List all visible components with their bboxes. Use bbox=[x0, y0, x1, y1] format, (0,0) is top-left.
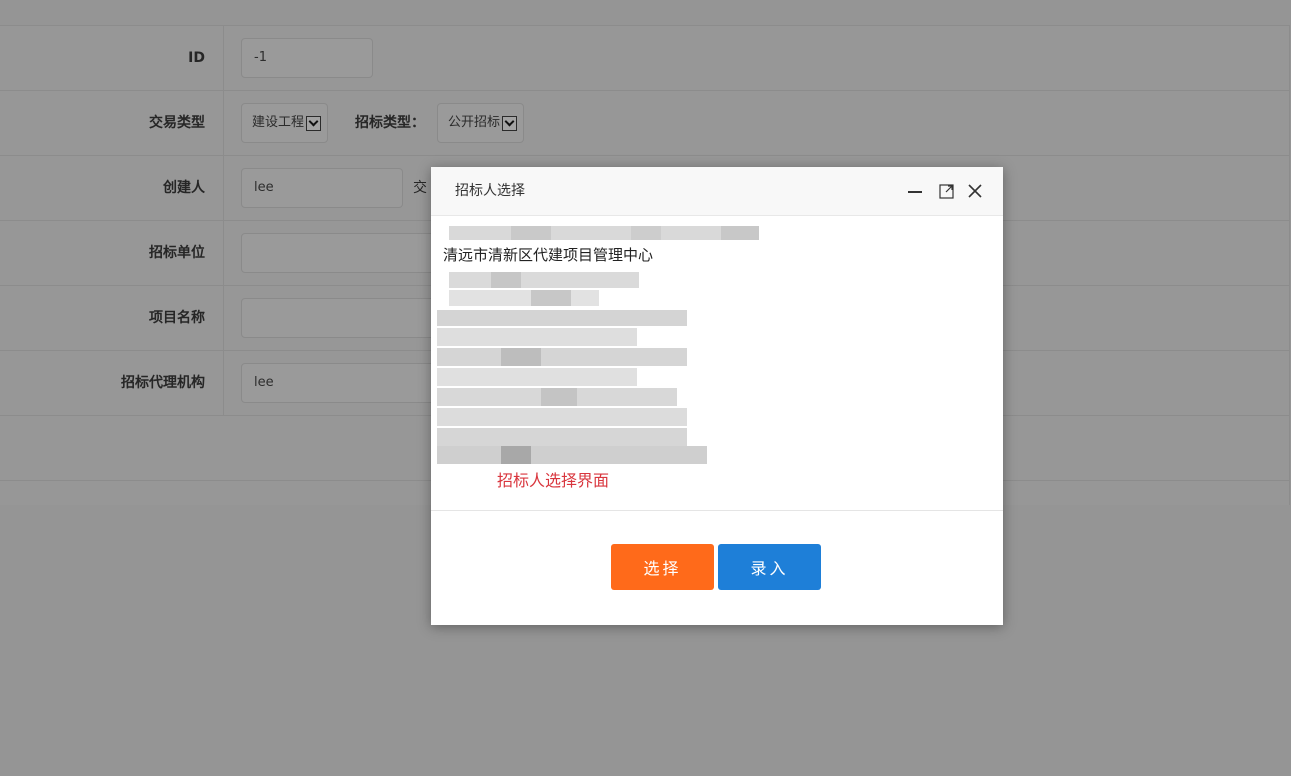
creator-label: 创建人 bbox=[0, 156, 224, 220]
dialog-note: 招标人选择界面 bbox=[497, 471, 610, 490]
tenderer-label: 招标单位 bbox=[0, 221, 224, 285]
trade-type-value: 建设工程 bbox=[252, 115, 305, 130]
form-row-id: ID -1 bbox=[0, 26, 1290, 91]
trailing-label: 交 bbox=[413, 180, 427, 196]
form-row-trade-type: 交易类型 建设工程 招标类型： 公开招标 bbox=[0, 91, 1290, 156]
id-label: ID bbox=[0, 26, 224, 90]
enter-button[interactable]: 录入 bbox=[718, 544, 821, 590]
agency-field[interactable]: lee bbox=[241, 363, 441, 403]
project-name-field[interactable] bbox=[241, 298, 441, 338]
agency-label: 招标代理机构 bbox=[0, 351, 224, 415]
chevron-down-icon bbox=[502, 115, 518, 131]
trade-type-select[interactable]: 建设工程 bbox=[241, 103, 329, 143]
trade-type-label: 交易类型 bbox=[0, 91, 224, 155]
project-name-label: 项目名称 bbox=[0, 286, 224, 350]
dialog-title: 招标人选择 bbox=[455, 183, 525, 199]
chevron-down-icon bbox=[306, 115, 322, 131]
close-icon[interactable] bbox=[965, 181, 985, 201]
minimize-icon[interactable] bbox=[905, 181, 925, 201]
tenderer-select-dialog: 招标人选择 清远市清新区代建项目管理中心 招标人选择界面 选择 录入 bbox=[431, 167, 1003, 625]
creator-field[interactable]: lee bbox=[241, 168, 403, 208]
dialog-header: 招标人选择 bbox=[431, 167, 1003, 216]
bid-type-select[interactable]: 公开招标 bbox=[437, 103, 525, 143]
select-button[interactable]: 选择 bbox=[611, 544, 714, 590]
maximize-icon[interactable] bbox=[937, 181, 957, 201]
id-field[interactable]: -1 bbox=[241, 38, 373, 78]
org-list-item[interactable]: 清远市清新区代建项目管理中心 bbox=[443, 244, 653, 265]
bid-type-label: 招标类型： bbox=[355, 115, 425, 131]
bid-type-value: 公开招标 bbox=[448, 115, 501, 130]
tenderer-field[interactable] bbox=[241, 233, 441, 273]
